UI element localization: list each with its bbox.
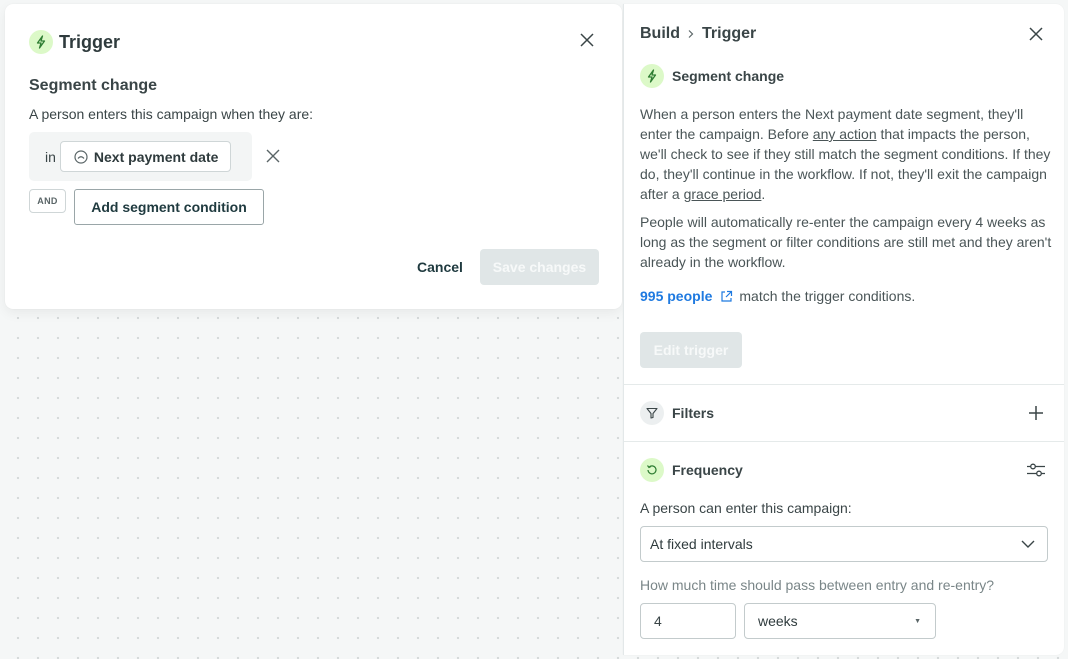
trigger-type-label: Segment change xyxy=(672,68,785,84)
caret-down-icon: ▼ xyxy=(914,617,921,625)
cancel-button[interactable]: Cancel xyxy=(403,249,477,285)
modal-header: Trigger xyxy=(29,30,120,54)
filters-section-header: Filters xyxy=(640,401,714,425)
explanation-text: . xyxy=(761,186,766,202)
segment-chip[interactable]: Next payment date xyxy=(59,141,232,172)
interval-unit-select[interactable]: weeks ▼ xyxy=(744,603,936,639)
lightning-bolt-icon xyxy=(29,30,53,54)
interval-question: How much time should pass between entry … xyxy=(640,577,995,593)
close-icon xyxy=(1029,27,1043,41)
filters-label: Filters xyxy=(672,405,715,421)
people-suffix: match the trigger conditions. xyxy=(739,288,916,304)
trigger-modal: Trigger Segment change A person enters t… xyxy=(5,4,622,309)
panel-close-button[interactable] xyxy=(1026,24,1046,44)
plus-icon xyxy=(1029,406,1043,420)
filter-funnel-icon xyxy=(640,401,664,425)
edit-trigger-button[interactable]: Edit trigger xyxy=(640,332,742,368)
frequency-settings-button[interactable] xyxy=(1026,460,1046,480)
interval-unit-value: weeks xyxy=(758,613,798,629)
remove-condition-button[interactable] xyxy=(263,146,283,166)
breadcrumb-trigger: Trigger xyxy=(702,25,757,42)
entry-frequency-value: At fixed intervals xyxy=(650,536,753,552)
divider xyxy=(624,384,1064,385)
entry-frequency-select[interactable]: At fixed intervals xyxy=(640,526,1048,562)
breadcrumb-build[interactable]: Build xyxy=(640,25,680,43)
chevron-right-icon xyxy=(688,29,694,39)
condition-prefix: in xyxy=(45,148,56,165)
external-link-icon[interactable] xyxy=(720,290,733,303)
entry-frequency-label: A person can enter this campaign: xyxy=(640,500,852,516)
breadcrumb: Build Trigger xyxy=(640,25,756,43)
trigger-side-panel: Build Trigger Segment change When a pers… xyxy=(623,4,1064,655)
save-changes-button[interactable]: Save changes xyxy=(480,249,599,285)
refresh-icon xyxy=(640,458,664,482)
add-segment-condition-button[interactable]: Add segment condition xyxy=(74,189,264,225)
frequency-label: Frequency xyxy=(672,462,743,478)
trigger-explanation: When a person enters the Next payment da… xyxy=(640,104,1052,204)
segment-name: Next payment date xyxy=(93,148,219,165)
segment-condition: in Next payment date xyxy=(29,132,252,181)
modal-close-button[interactable] xyxy=(577,30,597,50)
and-operator-badge[interactable]: AND xyxy=(29,189,66,213)
chevron-down-icon xyxy=(1021,540,1035,548)
trigger-type-heading: Segment change xyxy=(29,77,158,94)
grace-period-link[interactable]: grace period xyxy=(684,186,762,202)
close-icon xyxy=(580,33,594,47)
close-icon xyxy=(266,149,280,163)
add-filter-button[interactable] xyxy=(1026,403,1046,423)
reentry-explanation: People will automatically re-enter the c… xyxy=(640,214,1052,270)
any-action-link[interactable]: any action xyxy=(813,126,877,142)
segment-icon xyxy=(74,149,88,164)
frequency-section-header: Frequency xyxy=(640,458,743,482)
lightning-bolt-icon xyxy=(640,64,664,88)
interval-number-input[interactable] xyxy=(640,603,736,639)
matching-people: 995 people match the trigger conditions. xyxy=(640,288,915,304)
trigger-type-header: Segment change xyxy=(640,64,784,88)
modal-title: Trigger xyxy=(59,31,121,52)
trigger-description: A person enters this campaign when they … xyxy=(29,106,314,122)
divider xyxy=(624,441,1064,442)
people-count-link[interactable]: 995 people xyxy=(640,288,712,304)
sliders-icon xyxy=(1027,463,1045,477)
